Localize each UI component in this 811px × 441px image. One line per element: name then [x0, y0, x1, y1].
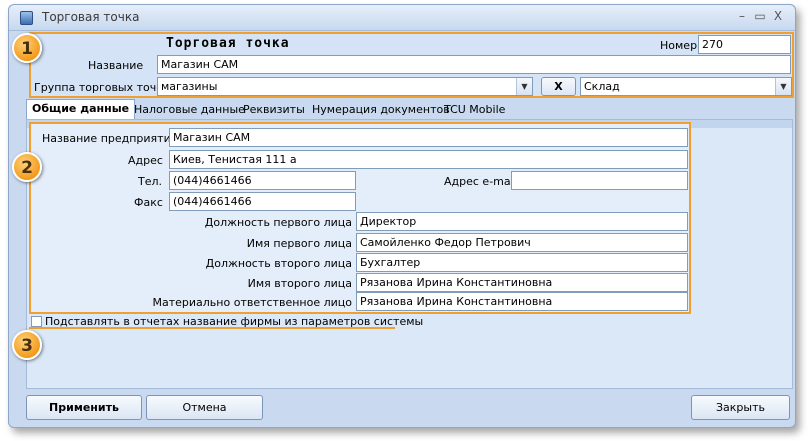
maximize-icon[interactable]: ▭ [753, 9, 767, 23]
tab-requisites[interactable]: Реквизиты [243, 101, 305, 119]
highlight-box-1 [29, 32, 794, 98]
close-button[interactable]: Закрыть [691, 395, 790, 420]
tab-tcu-mobile[interactable]: TCU Mobile [444, 101, 505, 119]
app-window-icon [20, 11, 33, 25]
substitute-firm-checkbox[interactable] [31, 316, 42, 327]
apply-button[interactable]: Применить [26, 395, 142, 420]
tab-doc-numbering[interactable]: Нумерация документов [312, 101, 450, 119]
close-icon[interactable]: X [771, 9, 785, 23]
tab-general[interactable]: Общие данные [26, 99, 136, 120]
highlight-box-2 [29, 122, 691, 314]
callout-badge-3: 3 [12, 330, 42, 360]
callout-badge-1: 1 [12, 33, 42, 63]
minimize-icon[interactable]: – [735, 9, 749, 23]
callout-badge-2: 2 [12, 152, 42, 182]
highlight-line-3 [29, 327, 395, 329]
tab-tax[interactable]: Налоговые данные [134, 101, 245, 119]
window-title: Торговая точка [42, 10, 140, 24]
cancel-button[interactable]: Отмена [146, 395, 263, 420]
